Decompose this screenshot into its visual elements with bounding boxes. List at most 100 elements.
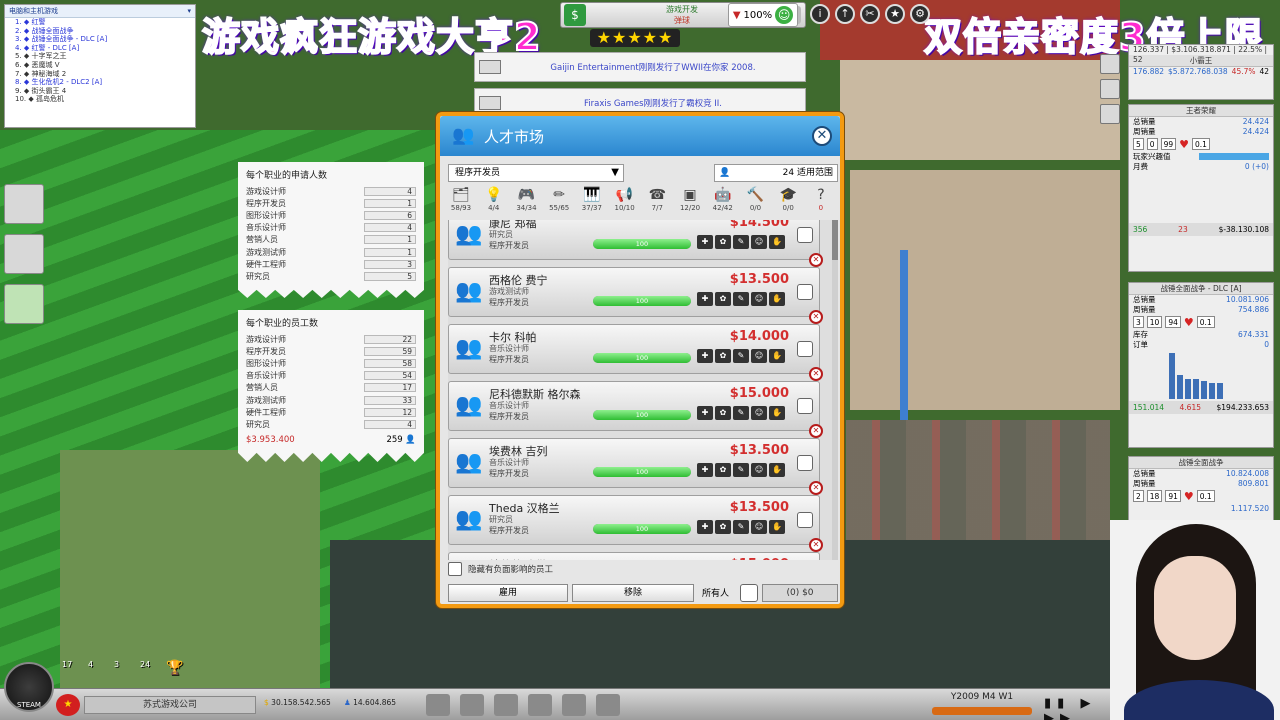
arrow-up-icon[interactable]: ↑ [835, 4, 855, 24]
hide-negative-option[interactable]: 隐藏有负面影响的员工 [448, 562, 553, 576]
project-list-item[interactable]: 7. ◆ 神秘海域 2 [5, 70, 195, 79]
quick-stat[interactable]: 4 [88, 660, 110, 682]
candidate-checkbox[interactable] [797, 284, 813, 300]
candidate-row[interactable]: 👥 卡尔 科帕 音乐设计师 程序开发员 $14.000 100 ✚ ✿ ✎ ☺ ✋ ✕ [448, 324, 823, 381]
project-list-item[interactable]: 5. ◆ 十字军之王 [5, 52, 195, 61]
achievement-icon[interactable]: ★ [885, 4, 905, 24]
steam-logo[interactable]: STEAM [4, 662, 54, 712]
dismiss-candidate-button[interactable]: ✕ [809, 538, 823, 552]
time-controls[interactable]: ▮▮ ▶ ▶▶ [1044, 696, 1110, 720]
monitor-icon[interactable] [1100, 54, 1120, 74]
chevron-down-icon[interactable]: ▾ [187, 7, 191, 15]
project-list-item[interactable]: 8. ◆ 生化危机2 - DLC2 [A] [5, 78, 195, 87]
skill-filter[interactable]: 🎮 34/34 [511, 186, 541, 212]
quick-stat[interactable]: 24 [140, 660, 162, 682]
skill-filter[interactable]: 🤖 42/42 [708, 186, 738, 212]
project-list-header[interactable]: 电脑和主机游戏 ▾ [5, 5, 195, 18]
select-all-checkbox[interactable] [740, 584, 758, 602]
candidate-team: 程序开发员 [489, 298, 529, 307]
board-icon[interactable] [528, 694, 552, 716]
skill-filter[interactable]: 🔨 0/0 [740, 186, 770, 212]
cart-icon[interactable] [460, 694, 484, 716]
hide-negative-checkbox[interactable] [448, 562, 462, 576]
game-panel-2[interactable]: 战锤全面战争 - DLC [A] 总销量 10.081.906 周销量 754.88… [1128, 282, 1274, 448]
project-list[interactable]: 电脑和主机游戏 ▾ 1. ◆ 红警 2. ◆ 战锤全面战争 3. ◆ 战锤全面战争 … [4, 4, 196, 128]
dismiss-candidate-button[interactable]: ✕ [809, 367, 823, 381]
skill-bar-fill: 100 [593, 410, 691, 420]
skill-filter[interactable]: ✏ 55/65 [544, 186, 574, 212]
skill-filter[interactable]: ▣ 12/20 [675, 186, 705, 212]
game-panel-3[interactable]: 战锤全面战争 总销量 10.824.008 周销量 809.801 2 18 91 ♥… [1128, 456, 1274, 526]
project-list-item[interactable]: 2. ◆ 战锤全面战争 [5, 27, 195, 36]
phone-icon[interactable] [1100, 79, 1120, 99]
news-item[interactable]: Gaijin Entertainment刚刚发行了WWII在你家 2008. [474, 52, 806, 82]
candidate-checkbox[interactable] [797, 227, 813, 243]
building-button[interactable] [4, 234, 44, 274]
tools-icon[interactable]: ✂ [860, 4, 880, 24]
scrollbar[interactable] [832, 220, 838, 560]
project-list-item[interactable]: 1. ◆ 红警 [5, 18, 195, 27]
console-panel[interactable]: 126.337 | $3.106.318.871 | 22.5% | 52 小霸… [1128, 44, 1274, 100]
project-list-item[interactable]: 4. ◆ 红警 - DLC [A] [5, 44, 195, 53]
candidate-row[interactable]: 👥 尼科德默斯 格尔森 音乐设计师 程序开发员 $15.000 100 ✚ ✿ ✎ ☺ ✋ ✕ [448, 381, 823, 438]
settings-icon[interactable]: ⚙ [910, 4, 930, 24]
talent-market-dialog[interactable]: 👥 人才市场 ✕ 程序开发员 ▼ 👤 24 适用范围 🗂 58/93 💡 4/4 🎮 34… [436, 112, 844, 608]
skill-filter[interactable]: 📢 10/10 [610, 186, 640, 212]
country-flag-icon[interactable]: ★ [56, 694, 80, 716]
candidate-checkbox[interactable] [797, 512, 813, 528]
candidate-row[interactable]: 👥 Theda 汉格兰 研究员 程序开发员 $13.500 100 ✚ ✿ ✎ ☺ ✋ ✕ [448, 495, 823, 552]
candidate-team: 程序开发员 [489, 469, 529, 478]
company-name[interactable]: 苏式游戏公司 [84, 696, 256, 714]
streamer-face [1154, 556, 1236, 660]
skill-filter[interactable]: ? 0 [806, 186, 836, 212]
scrollbar-thumb[interactable] [832, 220, 838, 260]
candidate-row[interactable]: 👥特蕾莎 丰勒$15.000100✚✿✎☺✋✕ [448, 552, 820, 560]
job-filter-select[interactable]: 程序开发员 ▼ [448, 164, 624, 182]
candidate-checkbox[interactable] [797, 398, 813, 414]
trophy-icon[interactable]: 🏆 [166, 660, 188, 682]
remove-button[interactable]: 移除 [572, 584, 694, 602]
candidate-row[interactable]: 👥 康尼 郑福 研究员 程序开发员 $14.500 100 ✚ ✿ ✎ ☺ ✋ ✕ [448, 220, 823, 267]
skill-filter[interactable]: 🎹 37/37 [577, 186, 607, 212]
employee-row: 程序开发员 59 [246, 345, 416, 357]
trait-icon: ✚ [697, 520, 713, 534]
dismiss-candidate-button[interactable]: ✕ [809, 481, 823, 495]
dismiss-candidate-button[interactable]: ✕ [809, 310, 823, 324]
quick-stats: 17 4 3 24 🏆 [62, 660, 188, 682]
box-icon[interactable] [562, 694, 586, 716]
building-button[interactable] [4, 184, 44, 224]
cube-icon[interactable] [426, 694, 450, 716]
skill-bar: 100 [593, 410, 691, 420]
quick-stat[interactable]: 17 [62, 660, 84, 682]
info-icon[interactable]: i [810, 4, 830, 24]
project-list-item[interactable]: 10. ◆ 孤岛危机 [5, 95, 195, 104]
candidate-salary: $15.000 [729, 386, 789, 401]
game-panel-1[interactable]: 王者荣耀 总销量 24.424 周销量 24.424 5 0 99 ♥ 0.1 玩家兴… [1128, 104, 1274, 272]
dismiss-candidate-button[interactable]: ✕ [809, 253, 823, 267]
quick-stat[interactable]: 3 [114, 660, 136, 682]
skill-filter[interactable]: 🎓 0/0 [773, 186, 803, 212]
candidate-checkbox[interactable] [797, 341, 813, 357]
battery-button[interactable] [4, 284, 44, 324]
speed-bar[interactable] [932, 707, 1032, 715]
project-list-item[interactable]: 6. ◆ 恶魔城 V [5, 61, 195, 70]
project-list-item[interactable]: 3. ◆ 战锤全面战争 - DLC [A] [5, 35, 195, 44]
candidate-row[interactable]: 👥 埃费林 吉列 音乐设计师 程序开发员 $13.500 100 ✚ ✿ ✎ ☺ ✋ ✕ [448, 438, 823, 495]
skill-filter[interactable]: 💡 4/4 [479, 186, 509, 212]
project-list-item[interactable]: 9. ◆ 街头霸王 4 [5, 87, 195, 96]
candidate-avatar-icon: 👥 [455, 336, 483, 361]
skill-filter[interactable]: ☎ 7/7 [642, 186, 672, 212]
dismiss-candidate-button[interactable]: ✕ [809, 424, 823, 438]
candidate-row[interactable]: 👥 西格伦 费宁 游戏测试师 程序开发员 $13.500 100 ✚ ✿ ✎ ☺ ✋ ✕ [448, 267, 823, 324]
close-button[interactable]: ✕ [812, 126, 832, 146]
dialog-titlebar[interactable]: 👥 人才市场 [440, 116, 840, 156]
stats-icon[interactable] [596, 694, 620, 716]
printer-icon[interactable] [1100, 104, 1120, 124]
hire-button[interactable]: 雇用 [448, 584, 568, 602]
staff-icon[interactable] [494, 694, 518, 716]
applicant-count-text: 24 适用范围 [782, 168, 833, 178]
candidate-checkbox[interactable] [797, 455, 813, 471]
skill-filter[interactable]: 🗂 58/93 [446, 186, 476, 212]
candidate-list[interactable]: 👥 康尼 郑福 研究员 程序开发员 $14.500 100 ✚ ✿ ✎ ☺ ✋ ✕ 👥 西格伦 费宁 游戏测… [448, 220, 832, 560]
top-toolbar: i ↑ ✂ ★ ⚙ [810, 4, 930, 24]
